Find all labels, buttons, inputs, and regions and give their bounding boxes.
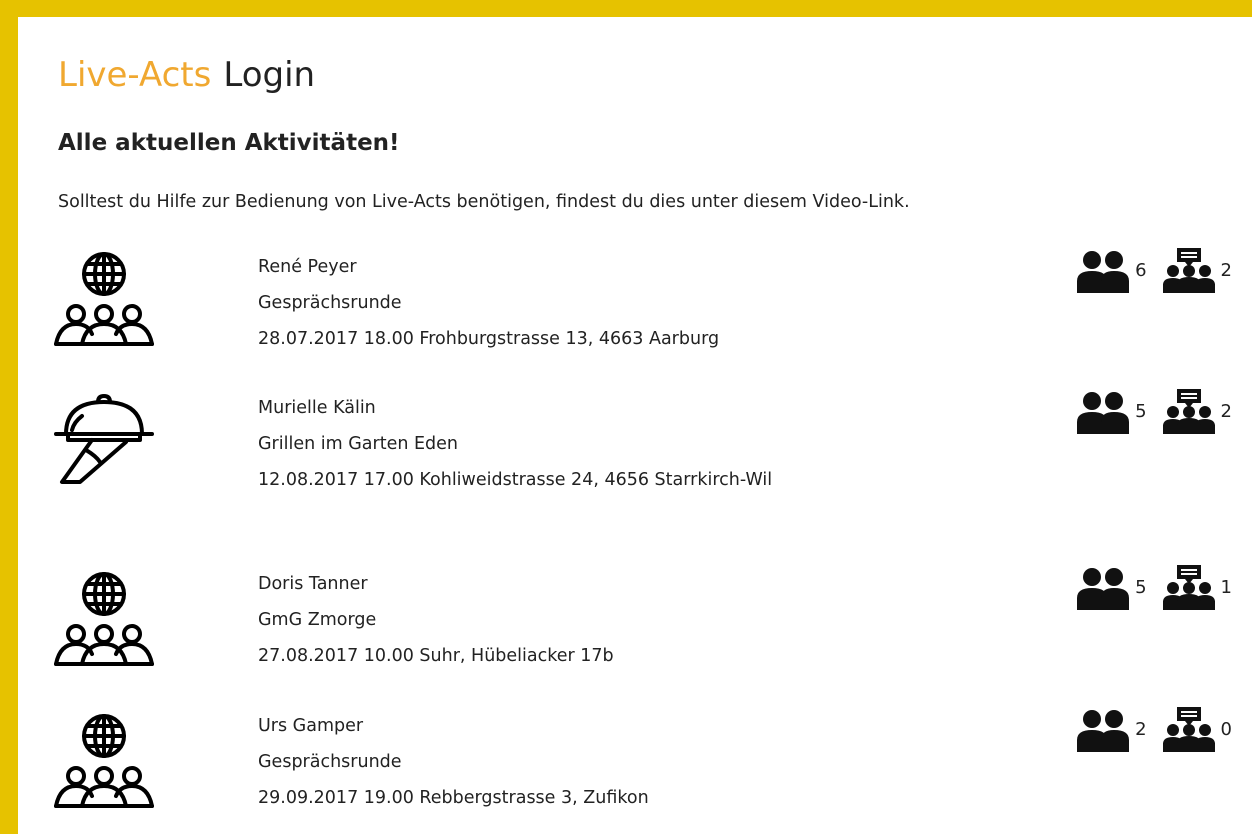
participants-count: 6 [1135, 259, 1147, 281]
globe-group-icon [52, 570, 156, 670]
globe-group-icon [52, 250, 156, 350]
comments-count: 0 [1220, 718, 1232, 740]
participants-icon [1077, 706, 1129, 752]
login-link[interactable]: Login [223, 55, 315, 95]
comments-icon [1163, 564, 1215, 610]
activity-date-location: 29.09.2017 19.00 Rebbergstrasse 3, Zufik… [258, 788, 649, 808]
main-content: Live-Acts Login Alle aktuellen Aktivitäte… [18, 17, 1252, 834]
participants-icon [1077, 564, 1129, 610]
site-header: Live-Acts Login [58, 53, 315, 97]
activity-details: Urs Gamper Gesprächsrunde 29.09.2017 19.… [258, 708, 958, 816]
activity-title: Grillen im Garten Eden [258, 434, 459, 454]
comments-count: 2 [1220, 400, 1232, 422]
activity-stats: 5 2 [1077, 388, 1232, 434]
activity-title: Gesprächsrunde [258, 293, 402, 313]
activity-title: Gesprächsrunde [258, 752, 402, 772]
activity-organizer: René Peyer [258, 257, 357, 277]
help-text-prefix: Solltest du Hilfe zur Bedienung von Live… [58, 192, 813, 212]
participants-icon [1077, 247, 1129, 293]
activity-details: Doris Tanner GmG Zmorge 27.08.2017 10.00… [258, 566, 958, 674]
comments-icon [1163, 247, 1215, 293]
activity-date-location: 27.08.2017 10.00 Suhr, Hübeliacker 17b [258, 646, 614, 666]
activity-stats: 2 0 [1077, 706, 1232, 752]
brand-link[interactable]: Live-Acts [58, 55, 211, 95]
serving-cloche-icon [52, 390, 156, 490]
comments-count: 2 [1220, 259, 1232, 281]
activity-item[interactable]: Urs Gamper Gesprächsrunde 29.09.2017 19.… [18, 701, 1252, 821]
globe-group-icon [52, 712, 156, 812]
activity-item[interactable]: Doris Tanner GmG Zmorge 27.08.2017 10.00… [18, 559, 1252, 679]
activity-details: Murielle Kälin Grillen im Garten Eden 12… [258, 390, 958, 498]
activity-stats: 5 1 [1077, 564, 1232, 610]
participants-icon [1077, 388, 1129, 434]
comments-count: 1 [1220, 576, 1232, 598]
activity-item[interactable]: René Peyer Gesprächsrunde 28.07.2017 18.… [18, 242, 1252, 362]
activity-date-location: 28.07.2017 18.00 Frohburgstrasse 13, 466… [258, 329, 720, 349]
activity-item[interactable]: Murielle Kälin Grillen im Garten Eden 12… [18, 383, 1252, 543]
participants-count: 5 [1135, 400, 1147, 422]
page-title: Alle aktuellen Aktivitäten! [58, 130, 400, 156]
participants-count: 5 [1135, 576, 1147, 598]
activity-stats: 6 2 [1077, 247, 1232, 293]
participants-count: 2 [1135, 718, 1147, 740]
activity-organizer: Murielle Kälin [258, 398, 376, 418]
activity-organizer: Doris Tanner [258, 574, 368, 594]
help-text-suffix: . [904, 192, 910, 212]
activity-details: René Peyer Gesprächsrunde 28.07.2017 18.… [258, 249, 958, 357]
left-yellow-border [0, 0, 18, 834]
activity-date-location: 12.08.2017 17.00 Kohliweidstrasse 24, 46… [258, 470, 773, 490]
activity-title: GmG Zmorge [258, 610, 377, 630]
top-yellow-border [0, 0, 1252, 17]
comments-icon [1163, 388, 1215, 434]
help-text: Solltest du Hilfe zur Bedienung von Live… [58, 192, 910, 212]
activity-organizer: Urs Gamper [258, 716, 364, 736]
video-link[interactable]: Video-Link [813, 192, 905, 212]
comments-icon [1163, 706, 1215, 752]
